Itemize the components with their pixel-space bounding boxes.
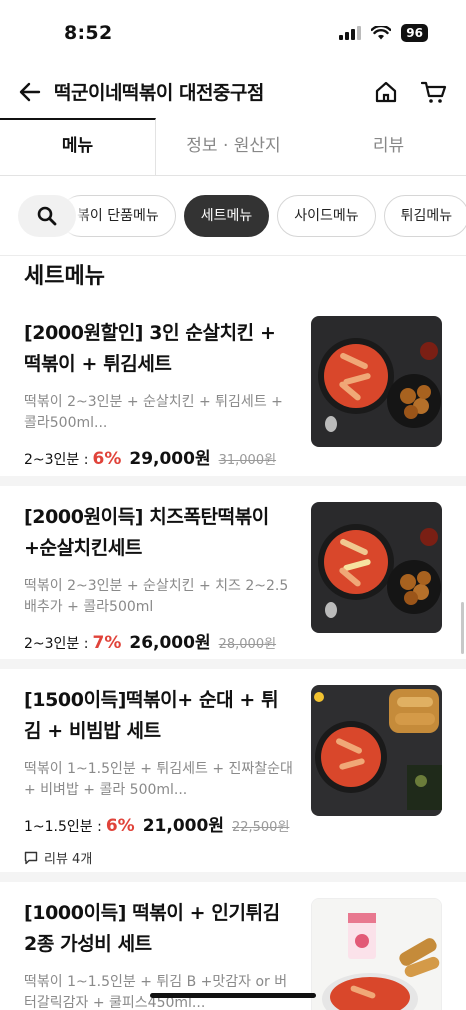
chip-set-menu[interactable]: 세트메뉴 [183, 195, 270, 237]
item-description: 떡볶이 1~1.5인분 + 튀김 B +맛감자 or 버터갈릭감자 + 쿨피스4… [24, 974, 288, 1010]
item-original-price: 22,500원 [231, 820, 290, 835]
item-image [311, 898, 442, 1010]
tab-menu[interactable]: 메뉴 [0, 118, 156, 175]
item-name: [2000원이득] 치즈폭탄떡볶이 +순살치킨세트 [24, 506, 269, 559]
wifi-icon [371, 26, 392, 40]
category-chip-row: 볶이 단품메뉴 세트메뉴 사이드메뉴 튀김메뉴 [60, 195, 466, 237]
menu-item[interactable]: [2000원이득] 치즈폭탄떡볶이 +순살치킨세트 떡볶이 2~3인분 + 순살… [0, 486, 466, 669]
cart-icon [421, 81, 447, 103]
tab-info[interactable]: 정보 · 원산지 [156, 118, 311, 175]
section-title: 세트메뉴 [24, 264, 105, 289]
item-image [311, 685, 442, 816]
back-button[interactable] [14, 76, 46, 108]
status-time: 8:52 [64, 22, 113, 44]
status-icons: 96 [339, 24, 428, 42]
item-serving: 2~3인분 : [24, 636, 89, 652]
item-original-price: 28,000원 [218, 637, 277, 652]
item-price-row: 2~3인분 : 6% 29,000원 31,000원 [24, 444, 442, 469]
item-image [311, 316, 442, 447]
cart-button[interactable] [418, 76, 450, 108]
menu-item[interactable]: [1000이득] 떡볶이 + 인기튀김 2종 가성비 세트 떡볶이 1~1.5인… [0, 882, 466, 1010]
item-description: 떡볶이 2~3인분 + 순살치킨 + 치즈 2~2.5 배추가 + 콜라500m… [24, 578, 289, 615]
menu-search-button[interactable] [18, 195, 76, 237]
scroll-indicator [461, 602, 464, 654]
item-serving: 2~3인분 : [24, 452, 89, 468]
item-price: 29,000원 [129, 449, 211, 469]
item-image [311, 502, 442, 633]
item-name: [2000원할인] 3인 순살치킨 + 떡볶이 + 튀김세트 [24, 322, 276, 375]
item-name: [1000이득] 떡볶이 + 인기튀김 2종 가성비 세트 [24, 902, 280, 955]
search-icon [37, 206, 57, 226]
cellular-signal-icon [339, 26, 362, 40]
item-discount: 6% [105, 816, 135, 836]
tab-reviews[interactable]: 리뷰 [311, 118, 466, 175]
review-count-label: 리뷰 4개 [44, 852, 93, 867]
chip-fried-menu[interactable]: 튀김메뉴 [383, 195, 466, 237]
item-price: 26,000원 [129, 633, 211, 653]
menu-item[interactable]: [1500이득]떡볶이+ 순대 + 튀김 + 비빔밥 세트 떡볶이 1~1.5인… [0, 669, 466, 882]
chip-side-menu[interactable]: 사이드메뉴 [277, 195, 376, 237]
item-description: 떡볶이 1~1.5인분 + 튀김세트 + 진짜찰순대 + 비벼밥 + 콜라 50… [24, 761, 293, 798]
arrow-left-icon [19, 82, 41, 102]
item-review-count[interactable]: 리뷰 4개 [24, 848, 442, 867]
status-bar: 8:52 96 [0, 0, 466, 64]
item-discount: 6% [92, 449, 122, 469]
chip-single-menu[interactable]: 볶이 단품메뉴 [60, 195, 176, 237]
item-original-price: 31,000원 [218, 453, 277, 468]
home-indicator [150, 993, 316, 998]
store-tabs: 메뉴 정보 · 원산지 리뷰 [0, 118, 466, 176]
store-title: 떡군이네떡볶이 대전중구점 [54, 82, 264, 104]
item-serving: 1~1.5인분 : [24, 819, 102, 835]
app-header: 떡군이네떡볶이 대전중구점 [0, 64, 466, 118]
item-discount: 7% [92, 633, 122, 653]
category-chip-bar: 볶이 단품메뉴 세트메뉴 사이드메뉴 튀김메뉴 [0, 176, 466, 256]
battery-indicator: 96 [401, 24, 428, 42]
home-icon [375, 81, 397, 103]
comment-icon [24, 851, 38, 864]
menu-item[interactable]: [2000원할인] 3인 순살치킨 + 떡볶이 + 튀김세트 떡볶이 2~3인분… [0, 316, 466, 486]
item-description: 떡볶이 2~3인분 + 순살치킨 + 튀김세트 + 콜라500ml... [24, 394, 283, 431]
item-price: 21,000원 [142, 816, 224, 836]
home-button[interactable] [370, 76, 402, 108]
item-name: [1500이득]떡볶이+ 순대 + 튀김 + 비빔밥 세트 [24, 689, 279, 742]
